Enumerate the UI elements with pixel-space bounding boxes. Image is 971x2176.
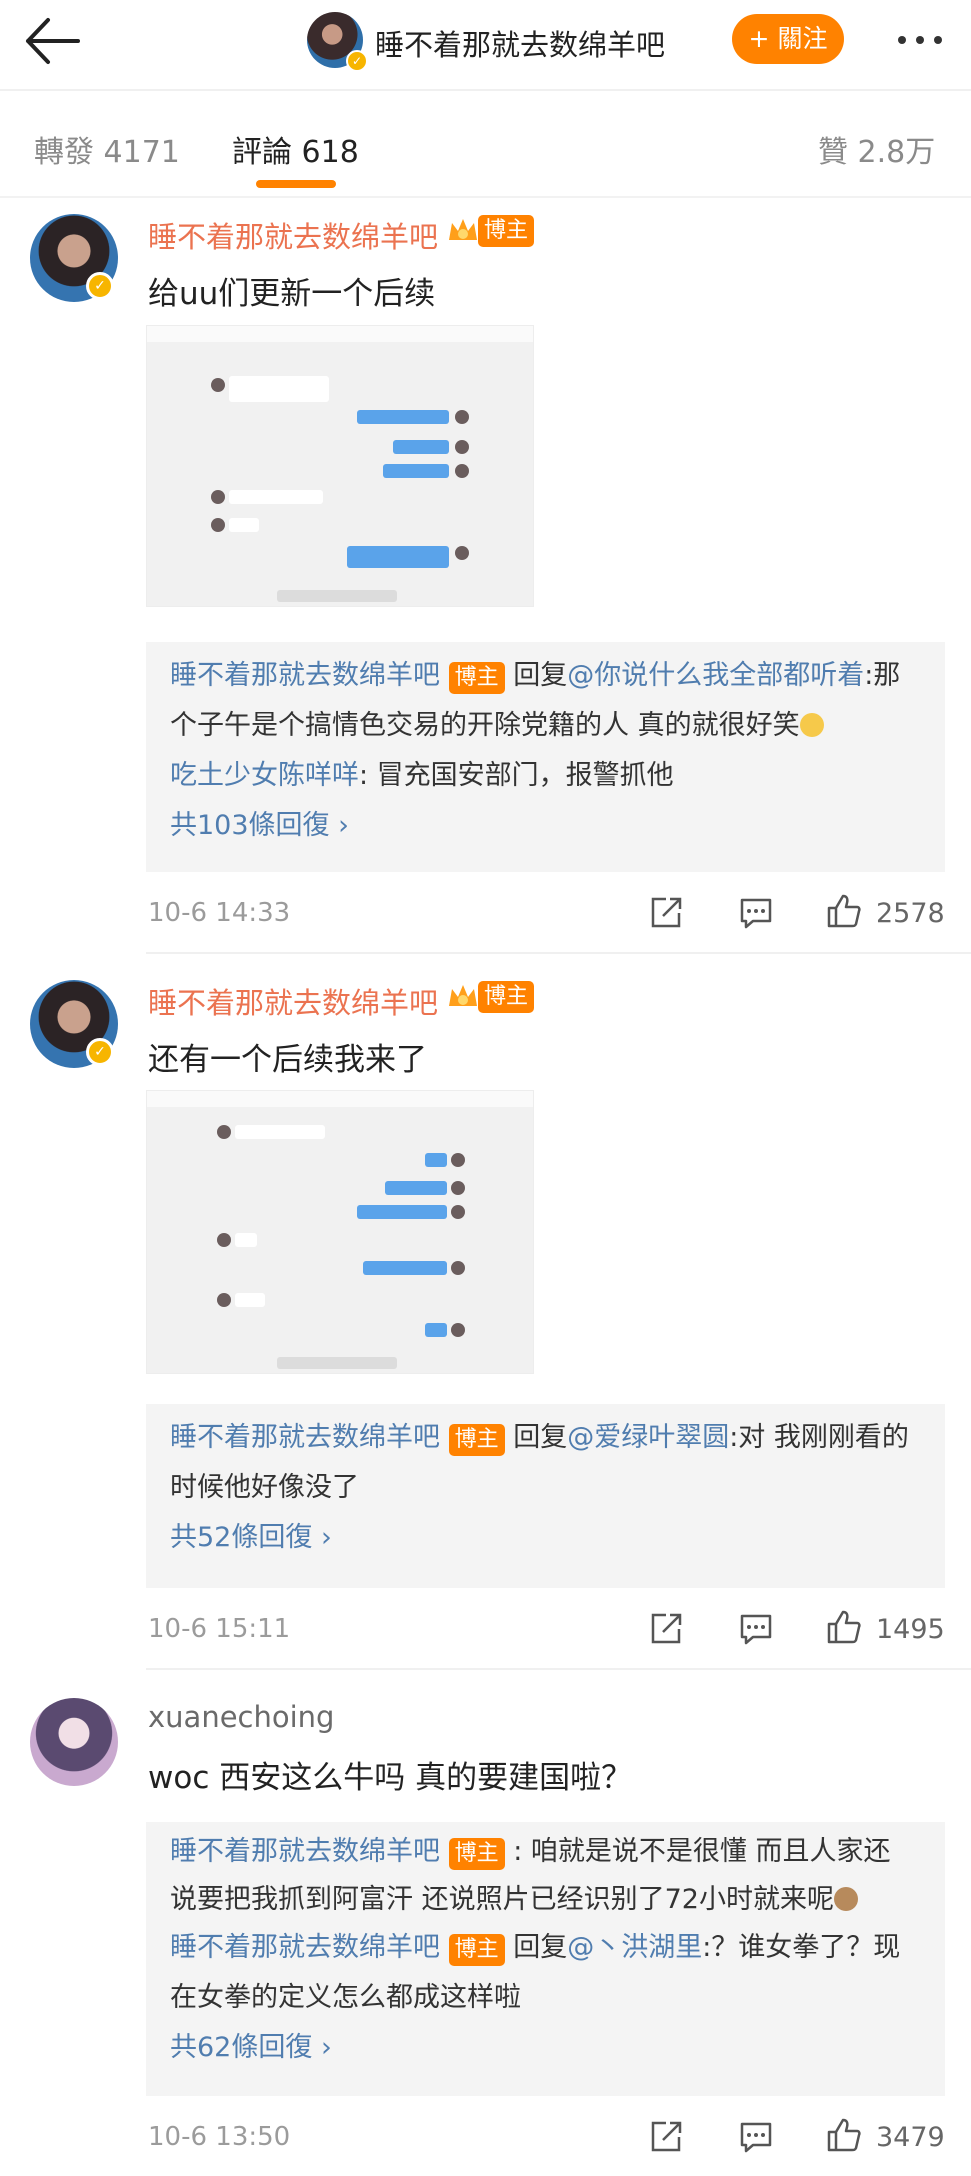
reply-mention[interactable]: @爱绿叶翠圆: [567, 1422, 729, 1453]
reply-mention[interactable]: @你说什么我全部都听着: [567, 660, 864, 691]
like-count: 1495: [876, 1614, 945, 1645]
author-tag: 博主: [478, 981, 535, 1013]
tabs-divider: [0, 196, 971, 198]
more-replies-link[interactable]: 共52條回復 ›: [170, 1518, 332, 1558]
tab-comments[interactable]: 評論 618: [232, 127, 359, 171]
reply-preview-box[interactable]: 睡不着那就去数绵羊吧 博主 回复@你说什么我全部都听着:那 个子午是个搞情色交易…: [146, 642, 945, 872]
tab-reposts[interactable]: 轉發 4171: [34, 127, 180, 171]
reply-preview-box[interactable]: 睡不着那就去数绵羊吧 博主 回复@爱绿叶翠圆:对 我刚刚看的 时候他好像没了 共…: [146, 1404, 945, 1588]
comment-image[interactable]: [146, 325, 534, 607]
reply-preview-box[interactable]: 睡不着那就去数绵羊吧 博主 : 咱就是说不是很懂 而且人家还 说要把我抓到阿富汗…: [146, 1822, 945, 2096]
more-replies-link[interactable]: 共103條回復 ›: [170, 806, 349, 846]
reply-line: 睡不着那就去数绵羊吧 博主 : 咱就是说不是很懂 而且人家还: [170, 1832, 890, 1872]
vip-crown-icon: [446, 980, 480, 1014]
comment-divider: [146, 952, 971, 954]
header-divider: [0, 89, 971, 91]
thumbs-up-icon[interactable]: [826, 2117, 862, 2153]
reply-line: 吃土少女陈咩咩: 冒充国安部门，报警抓他: [170, 756, 674, 796]
reply-line: 时候他好像没了: [170, 1468, 359, 1508]
reply-line: 在女拳的定义怎么都成这样啦: [170, 1978, 521, 2018]
verified-badge-icon: ✓: [86, 272, 114, 300]
reply-text: 时候他好像没了: [170, 1472, 359, 1503]
share-icon[interactable]: [648, 1611, 684, 1647]
reply-prefix: 回复: [513, 660, 568, 691]
monkey-emoji-icon: [833, 1887, 858, 1911]
comment-icon[interactable]: [738, 895, 774, 931]
author-tag: 博主: [478, 215, 535, 247]
more-options-icon[interactable]: [890, 20, 950, 60]
reply-prefix: 回复: [513, 1422, 568, 1453]
thumbs-up-icon[interactable]: [826, 1609, 862, 1645]
verified-badge-icon: ✓: [346, 50, 368, 72]
follow-button[interactable]: + 關注: [732, 14, 844, 64]
reply-line: 睡不着那就去数绵羊吧 博主 回复@丶洪湖里:？谁女拳了？现: [170, 1928, 900, 1968]
tab-likes[interactable]: 贊 2.8万: [818, 127, 935, 171]
comment-author[interactable]: 睡不着那就去数绵羊吧: [148, 980, 438, 1022]
reply-text: :那: [864, 660, 901, 691]
thumbs-up-icon[interactable]: [826, 893, 862, 929]
reply-line: 睡不着那就去数绵羊吧 博主 回复@爱绿叶翠圆:对 我刚刚看的: [170, 1418, 909, 1458]
active-tab-indicator: [256, 180, 336, 188]
author-tag: 博主: [448, 1934, 505, 1966]
header-title[interactable]: 睡不着那就去数绵羊吧: [375, 22, 665, 64]
reply-author[interactable]: 睡不着那就去数绵羊吧: [170, 1836, 440, 1867]
comment-divider: [146, 1668, 971, 1670]
comment-text: woc 西安这么牛吗 真的要建国啦？: [148, 1760, 633, 1796]
comment-time: 10-6 14:33: [148, 898, 291, 928]
reply-text: 在女拳的定义怎么都成这样啦: [170, 1982, 521, 2013]
reply-author[interactable]: 睡不着那就去数绵羊吧: [170, 660, 440, 691]
comment-text: 给uu们更新一个后续: [148, 276, 436, 312]
commenter-avatar[interactable]: [30, 1698, 118, 1786]
share-icon[interactable]: [648, 2119, 684, 2155]
reply-text: :对 我刚刚看的: [729, 1422, 909, 1453]
more-replies-link[interactable]: 共62條回復 ›: [170, 2028, 332, 2068]
comment-author[interactable]: xuanechoing: [148, 1700, 334, 1734]
back-arrow-icon[interactable]: [22, 14, 82, 70]
author-tag: 博主: [448, 1838, 505, 1870]
comment-time: 10-6 15:11: [148, 1614, 291, 1644]
reply-line: 说要把我抓到阿富汗 还说照片已经识别了72小时就来呢: [170, 1880, 858, 1920]
reply-author[interactable]: 睡不着那就去数绵羊吧: [170, 1932, 440, 1963]
reply-text: 说要把我抓到阿富汗 还说照片已经识别了72小时就来呢: [170, 1884, 834, 1915]
author-tag: 博主: [448, 662, 505, 694]
like-count: 3479: [876, 2122, 945, 2153]
reply-mention[interactable]: @丶洪湖里: [567, 1932, 702, 1963]
reply-line: 睡不着那就去数绵羊吧 博主 回复@你说什么我全部都听着:那: [170, 656, 900, 696]
comment-time: 10-6 13:50: [148, 2122, 291, 2152]
reply-prefix: 回复: [513, 1932, 568, 1963]
verified-badge-icon: ✓: [86, 1038, 114, 1066]
reply-text: :？谁女拳了？现: [702, 1932, 901, 1963]
like-count: 2578: [876, 898, 945, 929]
smile-emoji-icon: [799, 713, 824, 737]
comment-image[interactable]: [146, 1090, 534, 1374]
author-tag: 博主: [448, 1424, 505, 1456]
reply-text: 个子午是个搞情色交易的开除党籍的人 真的就很好笑: [170, 710, 800, 741]
share-icon[interactable]: [648, 895, 684, 931]
reply-author[interactable]: 睡不着那就去数绵羊吧: [170, 1422, 440, 1453]
comment-icon[interactable]: [738, 2119, 774, 2155]
reply-text: : 冒充国安部门，报警抓他: [359, 760, 674, 791]
comment-icon[interactable]: [738, 1611, 774, 1647]
comment-author[interactable]: 睡不着那就去数绵羊吧: [148, 214, 438, 256]
comment-text: 还有一个后续我来了: [148, 1042, 427, 1078]
vip-crown-icon: [446, 214, 480, 248]
reply-text: : 咱就是说不是很懂 而且人家还: [513, 1836, 891, 1867]
reply-author[interactable]: 吃土少女陈咩咩: [170, 760, 359, 791]
reply-line: 个子午是个搞情色交易的开除党籍的人 真的就很好笑: [170, 706, 824, 746]
